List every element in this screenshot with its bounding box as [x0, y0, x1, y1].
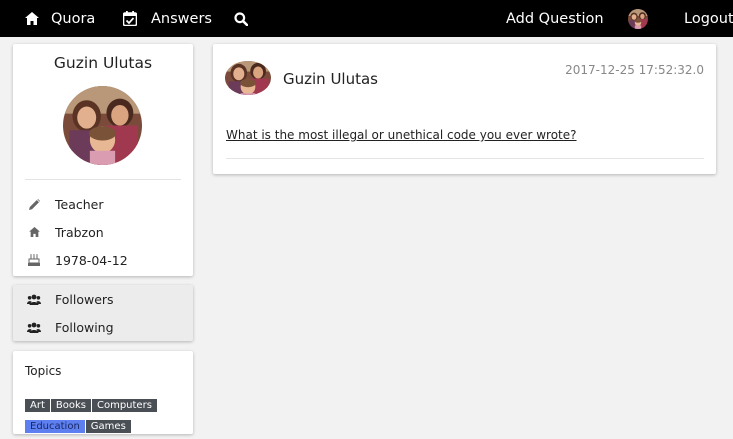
location-text: Trabzon [55, 224, 104, 240]
topic-tag[interactable]: Books [50, 399, 91, 412]
nav-home-link[interactable]: Quora [25, 0, 95, 37]
topic-tag[interactable]: Art [25, 399, 50, 412]
nav-brand-label: Quora [51, 10, 96, 27]
pencil-icon [25, 198, 43, 210]
following-label: Following [55, 319, 114, 335]
question-author[interactable]: Guzin Ulutas [283, 70, 378, 88]
follow-card: Followers Following [13, 285, 193, 341]
add-question-link[interactable]: Add Question [506, 0, 604, 37]
followers-link[interactable]: Followers [25, 289, 114, 309]
question-divider [226, 158, 704, 159]
birthday-cake-icon [25, 254, 43, 266]
occupation-text: Teacher [55, 196, 104, 212]
following-link[interactable]: Following [25, 317, 114, 337]
topics-title: Topics [25, 364, 62, 378]
avatar [628, 9, 648, 29]
birthdate-text: 1978-04-12 [55, 252, 128, 268]
logout-label: Logout [684, 10, 733, 27]
question-card: Guzin Ulutas 2017-12-25 17:52:32.0 What … [213, 44, 716, 174]
question-timestamp: 2017-12-25 17:52:32.0 [565, 63, 704, 77]
profile-occupation: Teacher [25, 194, 104, 214]
profile-avatar [63, 86, 142, 165]
calendar-check-icon [123, 11, 137, 26]
profile-divider [25, 179, 181, 180]
user-avatar-button[interactable] [628, 0, 648, 37]
topic-tag[interactable]: Games [85, 420, 131, 433]
nav-answers-label: Answers [151, 10, 212, 27]
users-icon [25, 322, 43, 333]
question-link[interactable]: What is the most illegal or unethical co… [226, 128, 577, 142]
avatar[interactable] [225, 61, 271, 95]
profile-location: Trabzon [25, 222, 104, 242]
search-icon [234, 11, 248, 26]
top-navbar: Quora Answers Add Question Logout [0, 0, 733, 37]
profile-name: Guzin Ulutas [53, 54, 153, 72]
home-icon [25, 227, 43, 237]
nav-search-button[interactable] [234, 0, 248, 37]
profile-card: Guzin Ulutas Teacher Trabzon 1978-04-12 [13, 44, 193, 276]
topics-card: Topics Art Books Computers Education Games [13, 351, 193, 434]
users-icon [25, 294, 43, 305]
topic-tag[interactable]: Computers [91, 399, 157, 412]
logout-link[interactable]: Logout [684, 0, 733, 37]
add-question-label: Add Question [506, 10, 604, 27]
topic-tags: Art Books Computers Education Games [25, 393, 185, 435]
followers-label: Followers [55, 291, 114, 307]
topic-tag-active[interactable]: Education [25, 420, 85, 433]
home-icon [25, 12, 39, 25]
nav-answers-link[interactable]: Answers [123, 0, 212, 37]
profile-birthdate: 1978-04-12 [25, 250, 128, 270]
